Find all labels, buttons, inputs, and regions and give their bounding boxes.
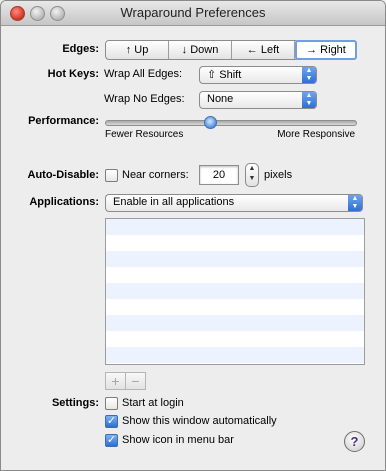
list-row bbox=[106, 267, 364, 283]
applications-label: Applications: bbox=[29, 196, 99, 208]
add-application-button[interactable]: + bbox=[105, 372, 126, 390]
popup-arrows-icon: ▲ ▼ bbox=[302, 67, 316, 83]
near-corners-checkbox[interactable] bbox=[105, 169, 118, 182]
pixels-unit-label: pixels bbox=[264, 169, 293, 181]
list-row bbox=[106, 251, 364, 267]
applications-mode-popup[interactable]: Enable in all applications ▲ ▼ bbox=[105, 194, 363, 212]
window-title: Wraparound Preferences bbox=[120, 5, 266, 20]
remove-application-button[interactable]: − bbox=[125, 372, 146, 390]
wrap-no-edges-popup[interactable]: None ▲ ▼ bbox=[199, 91, 317, 109]
edge-left-segment[interactable]: ← Left bbox=[232, 41, 295, 59]
edges-segmented-control: ↑ Up ↓ Down ← Left → Right bbox=[105, 40, 357, 60]
applications-mode-value: Enable in all applications bbox=[113, 196, 235, 208]
wrap-no-edges-label: Wrap No Edges: bbox=[104, 93, 185, 105]
auto-disable-label: Auto-Disable: bbox=[27, 169, 100, 181]
show-window-checkbox[interactable]: ✓ bbox=[105, 415, 118, 428]
title-bar[interactable]: Wraparound Preferences bbox=[1, 1, 385, 26]
applications-list[interactable] bbox=[105, 218, 365, 365]
start-at-login-checkbox[interactable] bbox=[105, 397, 118, 410]
wrap-all-edges-value: ⇧ Shift bbox=[207, 69, 242, 81]
list-row bbox=[106, 283, 364, 299]
list-row bbox=[106, 347, 364, 363]
list-row bbox=[106, 235, 364, 251]
edge-up-segment[interactable]: ↑ Up bbox=[106, 41, 169, 59]
list-row bbox=[106, 219, 364, 235]
show-icon-label: Show icon in menu bar bbox=[122, 434, 234, 446]
show-icon-checkbox[interactable]: ✓ bbox=[105, 434, 118, 447]
wrap-all-edges-label: Wrap All Edges: bbox=[104, 68, 183, 80]
performance-slider-track[interactable] bbox=[105, 120, 357, 126]
performance-label: Performance: bbox=[28, 115, 99, 127]
help-icon[interactable]: ? bbox=[344, 431, 365, 452]
settings-label: Settings: bbox=[51, 397, 99, 409]
show-window-label: Show this window automatically bbox=[122, 415, 277, 427]
more-responsive-label: More Responsive bbox=[277, 129, 355, 140]
list-row bbox=[106, 299, 364, 315]
pixels-stepper[interactable]: ▲ ▼ bbox=[245, 163, 259, 187]
performance-slider-knob[interactable] bbox=[204, 116, 217, 129]
pixels-input[interactable]: 20 bbox=[199, 165, 239, 185]
fewer-resources-label: Fewer Resources bbox=[105, 129, 184, 140]
edge-right-segment[interactable]: → Right bbox=[295, 40, 357, 60]
wrap-all-edges-popup[interactable]: ⇧ Shift ▲ ▼ bbox=[199, 66, 317, 84]
near-corners-label: Near corners: bbox=[122, 169, 189, 181]
list-row bbox=[106, 315, 364, 331]
edges-label: Edges: bbox=[62, 43, 99, 55]
popup-arrows-icon: ▲ ▼ bbox=[302, 92, 316, 108]
edge-down-segment[interactable]: ↓ Down bbox=[169, 41, 232, 59]
preferences-window: Wraparound Preferences Edges: ↑ Up ↓ Dow… bbox=[0, 0, 386, 471]
hotkeys-label: Hot Keys: bbox=[47, 68, 99, 80]
wrap-no-edges-value: None bbox=[207, 93, 234, 105]
list-row bbox=[106, 331, 364, 347]
start-at-login-label: Start at login bbox=[122, 397, 184, 409]
popup-arrows-icon: ▲ ▼ bbox=[348, 195, 362, 211]
